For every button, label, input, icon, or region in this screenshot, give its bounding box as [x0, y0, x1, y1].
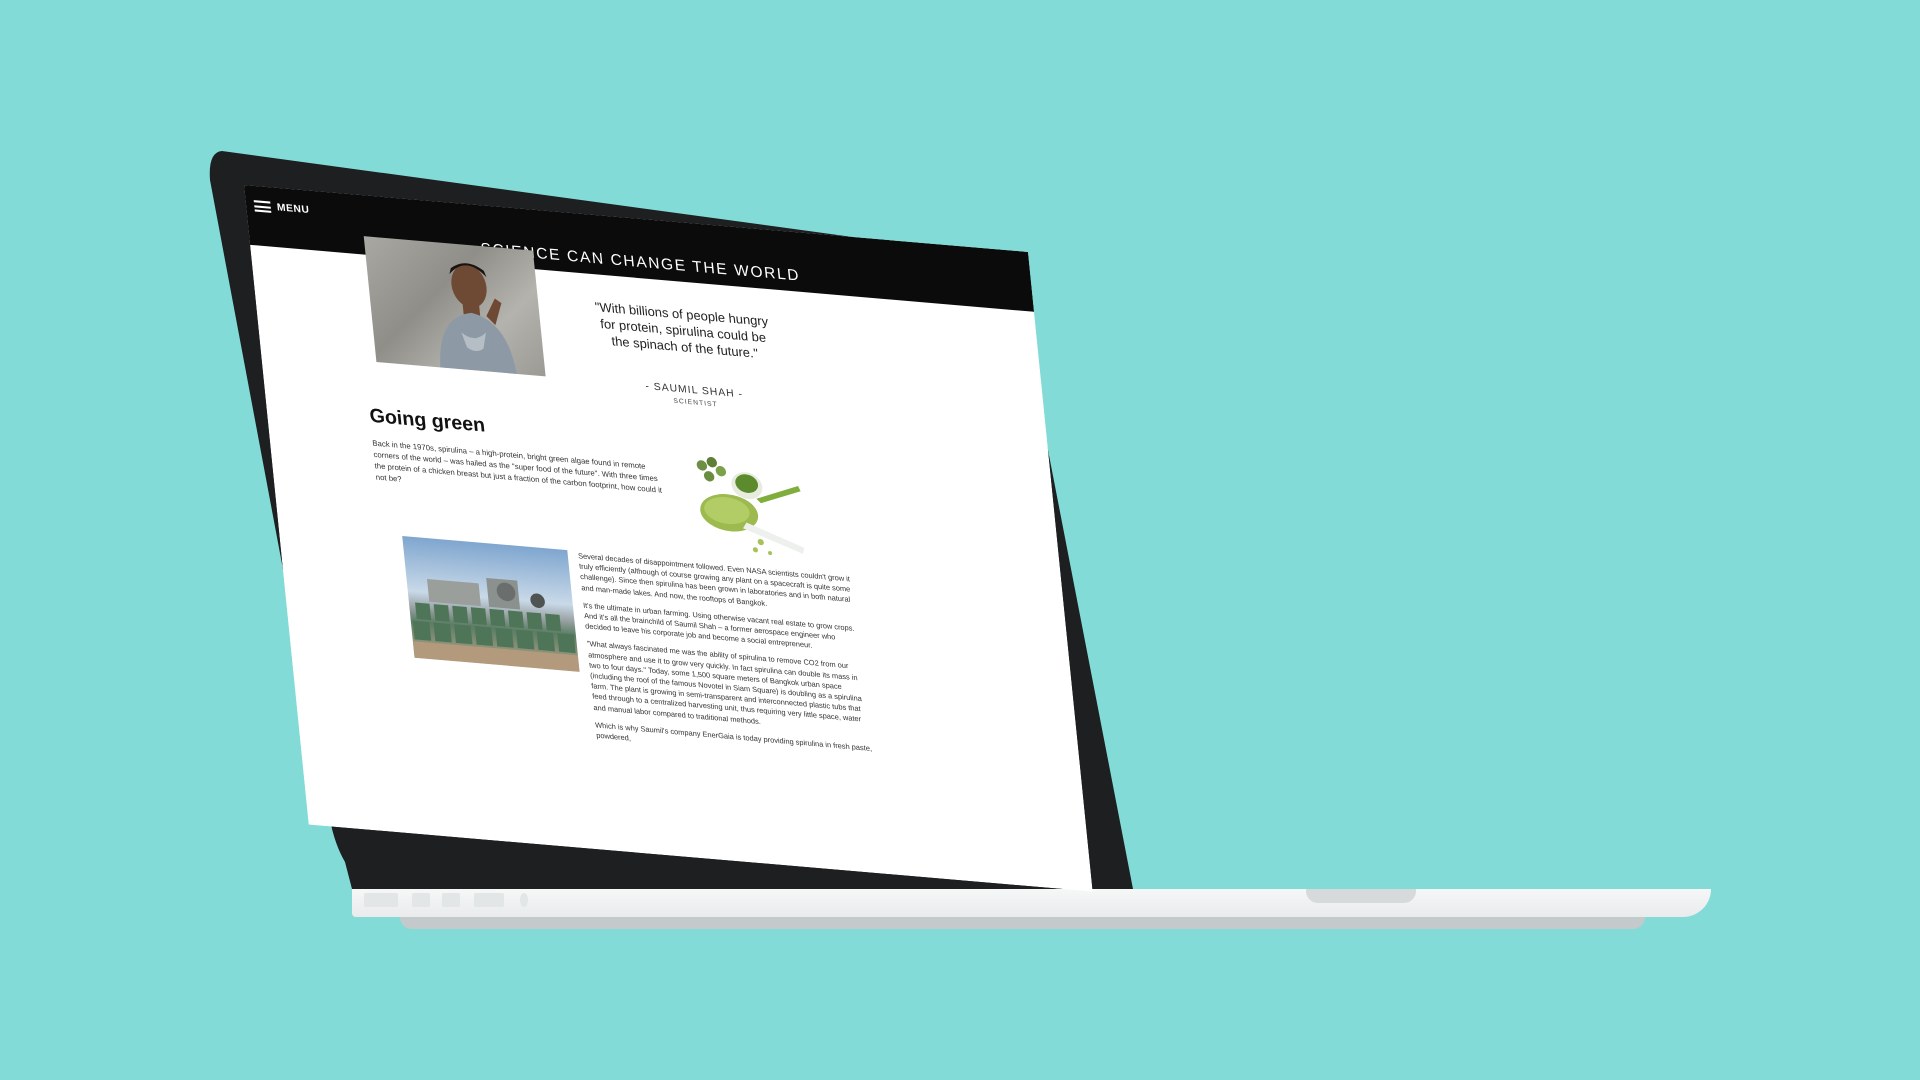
port — [474, 893, 504, 907]
menu-button[interactable]: MENU — [253, 200, 311, 217]
article-body: Several decades of disappointment follow… — [578, 551, 876, 772]
port — [520, 893, 528, 907]
rooftop-farm-photo — [402, 536, 580, 672]
port — [412, 893, 430, 907]
web-page[interactable]: MENU SCIENCE CAN CHANGE THE WORLD "With … — [244, 185, 1093, 892]
portrait-photo — [363, 236, 546, 377]
article-paragraph: "What always fascinated me was the abili… — [586, 639, 863, 726]
port — [442, 893, 460, 907]
intro-paragraph: Back in the 1970s, spirulina – a high-pr… — [371, 438, 663, 495]
port — [364, 893, 398, 907]
hamburger-icon — [253, 200, 272, 213]
laptop-base — [352, 889, 1711, 917]
pull-quote: "With billions of people hungry for prot… — [594, 299, 769, 361]
laptop-notch — [1306, 889, 1416, 903]
section-heading: Going green — [368, 405, 487, 437]
laptop-base-shadow — [400, 917, 1645, 929]
laptop-screen: MENU SCIENCE CAN CHANGE THE WORLD "With … — [244, 185, 1093, 892]
spirulina-image — [680, 449, 819, 573]
menu-label: MENU — [276, 202, 311, 217]
